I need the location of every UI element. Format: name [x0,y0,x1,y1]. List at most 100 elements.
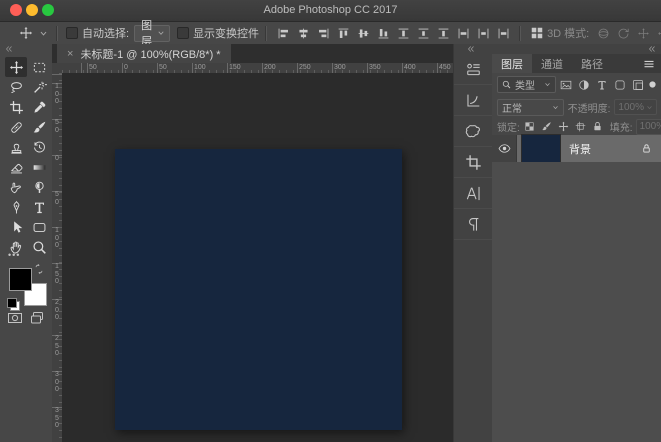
opacity-value: 100% [614,99,657,115]
lock-position-icon[interactable] [557,120,570,133]
lock-pixels-icon[interactable] [540,120,553,133]
eyedropper-tool[interactable] [28,97,50,117]
distribute-center-h-icon[interactable] [475,25,491,41]
eraser-tool[interactable] [5,157,27,177]
ruler-number: 150 [229,64,241,71]
layer-body[interactable]: 背景 [517,135,661,162]
distribute-top-icon[interactable] [395,25,411,41]
lock-all-icon[interactable] [591,120,604,133]
device-preview-panel-icon[interactable] [454,54,492,85]
panel-collapse-icon[interactable] [648,45,656,53]
fill-value: 100% [636,119,661,135]
filter-toggle[interactable] [648,80,657,89]
divider [519,26,521,41]
search-icon [502,80,511,89]
right-dock: 图层通道路径 类型 正常 不透明度: 100% [453,44,661,442]
adjustments-panel-icon[interactable] [454,147,492,178]
ruler-number: 5 0 [53,119,61,134]
layer-row[interactable]: 背景 [492,135,661,162]
type-tool[interactable] [28,197,50,217]
align-center-v-icon[interactable] [355,25,371,41]
pixel-filter-icon[interactable] [559,78,573,92]
ruler-number: 2 0 0 [53,299,61,322]
lock-artboard-icon[interactable] [574,120,587,133]
healing-brush-tool[interactable] [5,117,27,137]
document-tab[interactable]: × 未标题-1 @ 100%(RGB/8*) * [57,44,231,63]
document-tab-bar: × 未标题-1 @ 100%(RGB/8*) * [52,44,453,63]
smart-object-filter-icon[interactable] [631,78,645,92]
roll-3d-icon [615,25,631,41]
show-transform-checkbox[interactable] [177,27,189,39]
foreground-color-swatch[interactable] [9,268,32,291]
align-buttons-group [273,25,393,41]
libraries-panel-icon[interactable] [454,116,492,147]
close-document-icon[interactable]: × [67,48,73,60]
smudge-tool[interactable] [5,177,27,197]
quick-mask-button[interactable] [7,310,23,326]
auto-select-checkbox[interactable] [66,27,78,39]
align-left-icon[interactable] [275,25,291,41]
brush-tool[interactable] [28,117,50,137]
distribute-left-icon[interactable] [455,25,471,41]
align-center-h-icon[interactable] [295,25,311,41]
shape-filter-icon[interactable] [613,78,627,92]
dolly-3d-icon [655,25,661,41]
panel-menu-icon[interactable] [643,58,655,70]
path-select-tool[interactable] [5,217,27,237]
mode-3d-label: 3D 模式: [547,25,589,41]
auto-align-icon[interactable] [529,25,545,41]
filter-kind-dropdown[interactable]: 类型 [497,76,556,93]
paragraph-panel-icon[interactable] [454,209,492,240]
lasso-tool[interactable] [5,77,27,97]
ruler-number: 50 [159,64,167,71]
toolbar-collapse-icon[interactable] [5,45,13,53]
clone-stamp-tool[interactable] [5,137,27,157]
ruler-number: 200 [264,64,276,71]
blend-mode-dropdown[interactable]: 正常 [497,99,564,116]
marquee-tool[interactable] [28,57,50,77]
swap-colors-icon[interactable] [33,263,45,275]
align-bottom-icon[interactable] [375,25,391,41]
dodge-tool[interactable] [28,177,50,197]
layer-thumbnail[interactable] [521,134,561,163]
edit-toolbar-button[interactable]: ••• [8,250,20,260]
type-filter-icon[interactable] [595,78,609,92]
pen-tool[interactable] [5,197,27,217]
shape-tool[interactable] [28,217,50,237]
properties-panel-icon[interactable] [454,85,492,116]
align-top-icon[interactable] [335,25,351,41]
canvas[interactable] [115,149,402,430]
distribute-center-v-icon[interactable] [415,25,431,41]
title-bar: Adobe Photoshop CC 2017 [0,0,661,22]
crop-tool[interactable] [5,97,27,117]
auto-select-dropdown[interactable]: 图层 [134,25,170,42]
layer-lock-icon[interactable] [641,143,652,154]
panel-tab-路径[interactable]: 路径 [572,54,612,73]
chevron-down-icon [544,81,551,88]
opacity-label: 不透明度: [568,100,611,115]
panel-tab-通道[interactable]: 通道 [532,54,572,73]
distribute-bottom-icon[interactable] [435,25,451,41]
lock-transparency-icon[interactable] [523,120,536,133]
move-tool-icon[interactable] [18,25,34,41]
panel-tab-图层[interactable]: 图层 [492,54,532,73]
magic-wand-tool[interactable] [28,77,50,97]
move-tool[interactable] [5,57,27,77]
adjustment-filter-icon[interactable] [577,78,591,92]
ruler-number: 1 5 0 [53,263,61,286]
dock-collapse-icon[interactable] [467,45,475,53]
history-brush-tool[interactable] [28,137,50,157]
fill-label: 填充: [610,119,633,134]
divider [56,26,58,41]
zoom-tool[interactable] [28,237,50,257]
distribute-right-icon[interactable] [495,25,511,41]
show-transform-label: 显示变换控件 [193,25,259,41]
tools-panel: ••• [0,44,52,442]
character-panel-icon[interactable] [454,178,492,209]
pan-3d-icon [635,25,651,41]
tool-preset-chevron-icon[interactable] [38,25,48,41]
align-right-icon[interactable] [315,25,331,41]
screen-mode-button[interactable] [29,310,45,326]
layer-visibility-eye-icon[interactable] [492,135,517,162]
gradient-tool[interactable] [28,157,50,177]
